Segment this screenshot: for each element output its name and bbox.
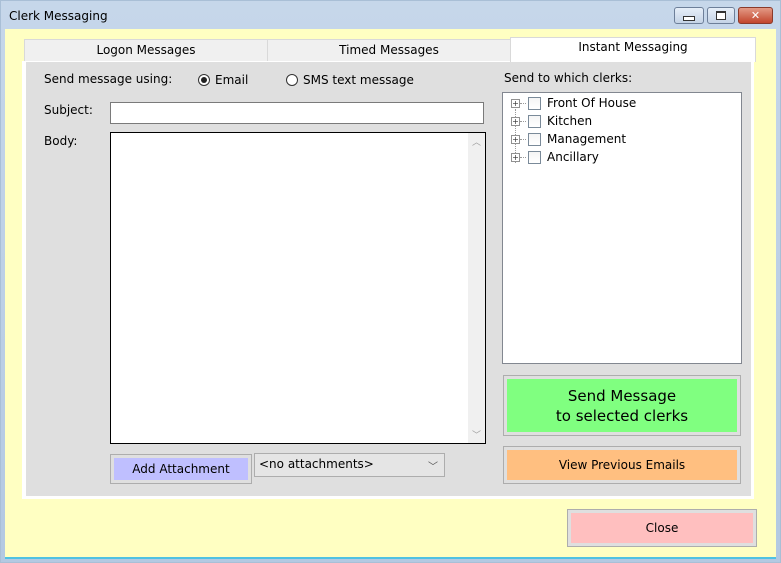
maximize-button[interactable] [707, 7, 735, 24]
window-close-button[interactable]: ✕ [738, 7, 773, 24]
kitchen-checkbox[interactable] [528, 115, 541, 128]
ancillary-checkbox[interactable] [528, 151, 541, 164]
sms-radio[interactable] [286, 74, 298, 86]
panel-content: Send message using: Email SMS text messa… [26, 62, 751, 496]
tree-connector [520, 103, 526, 104]
subject-label: Subject: [44, 103, 93, 117]
tree-node-label[interactable]: Ancillary [547, 150, 599, 164]
minimize-button[interactable] [674, 7, 704, 24]
add-attachment-label: Add Attachment [114, 458, 248, 480]
chevron-down-icon: ﹀ [428, 462, 438, 473]
view-previous-emails-label: View Previous Emails [507, 450, 737, 480]
clerks-label: Send to which clerks: [504, 71, 633, 85]
body-label: Body: [44, 134, 78, 148]
instant-messaging-panel: Send message using: Email SMS text messa… [22, 61, 754, 499]
expand-icon[interactable]: + [511, 117, 520, 126]
client-area: Logon Messages Timed Messages Instant Me… [5, 29, 776, 559]
send-message-label-line2: to selected clerks [555, 406, 689, 425]
management-checkbox[interactable] [528, 133, 541, 146]
tab-logon-messages[interactable]: Logon Messages [24, 39, 268, 61]
email-radio-label[interactable]: Email [215, 73, 248, 87]
send-message-label-line1: Send Message [567, 386, 677, 405]
clerks-tree[interactable]: + Front Of House + Kitchen + Management … [502, 92, 742, 364]
expand-icon[interactable]: + [511, 153, 520, 162]
tree-node-label[interactable]: Front Of House [547, 96, 636, 110]
window-title: Clerk Messaging [9, 9, 108, 23]
attachments-dropdown[interactable]: <no attachments> ﹀ [254, 453, 445, 477]
close-button-label: Close [571, 513, 753, 543]
close-button[interactable]: Close [567, 509, 757, 547]
maximize-icon [716, 11, 726, 20]
tab-strip: Logon Messages Timed Messages Instant Me… [24, 37, 756, 62]
attachments-selected: <no attachments> [259, 457, 374, 471]
sms-radio-label[interactable]: SMS text message [303, 73, 414, 87]
clerk-messaging-window: Clerk Messaging ✕ Logon Messages Timed M… [0, 0, 781, 563]
expand-icon[interactable]: + [511, 135, 520, 144]
add-attachment-button[interactable]: Add Attachment [110, 454, 252, 484]
tree-node-label[interactable]: Kitchen [547, 114, 592, 128]
subject-input[interactable] [110, 102, 484, 124]
scroll-up-icon[interactable]: ︿ [468, 135, 485, 148]
title-bar[interactable]: Clerk Messaging ✕ [1, 1, 780, 29]
minimize-icon [683, 15, 695, 21]
email-radio[interactable] [198, 74, 210, 86]
tree-node-label[interactable]: Management [547, 132, 626, 146]
view-previous-emails-button[interactable]: View Previous Emails [503, 446, 741, 484]
tree-connector [520, 139, 526, 140]
body-textarea[interactable]: ︿ ﹀ [110, 132, 486, 444]
expand-icon[interactable]: + [511, 99, 520, 108]
send-using-label: Send message using: [44, 72, 173, 86]
close-icon: ✕ [750, 9, 761, 22]
tree-connector [520, 121, 526, 122]
scroll-down-icon[interactable]: ﹀ [468, 428, 485, 441]
tab-timed-messages[interactable]: Timed Messages [267, 39, 511, 61]
front-of-house-checkbox[interactable] [528, 97, 541, 110]
send-message-button[interactable]: Send Message to selected clerks [503, 375, 741, 436]
tab-instant-messaging[interactable]: Instant Messaging [510, 37, 756, 62]
tree-connector [520, 157, 526, 158]
body-scrollbar[interactable]: ︿ ﹀ [468, 133, 485, 443]
